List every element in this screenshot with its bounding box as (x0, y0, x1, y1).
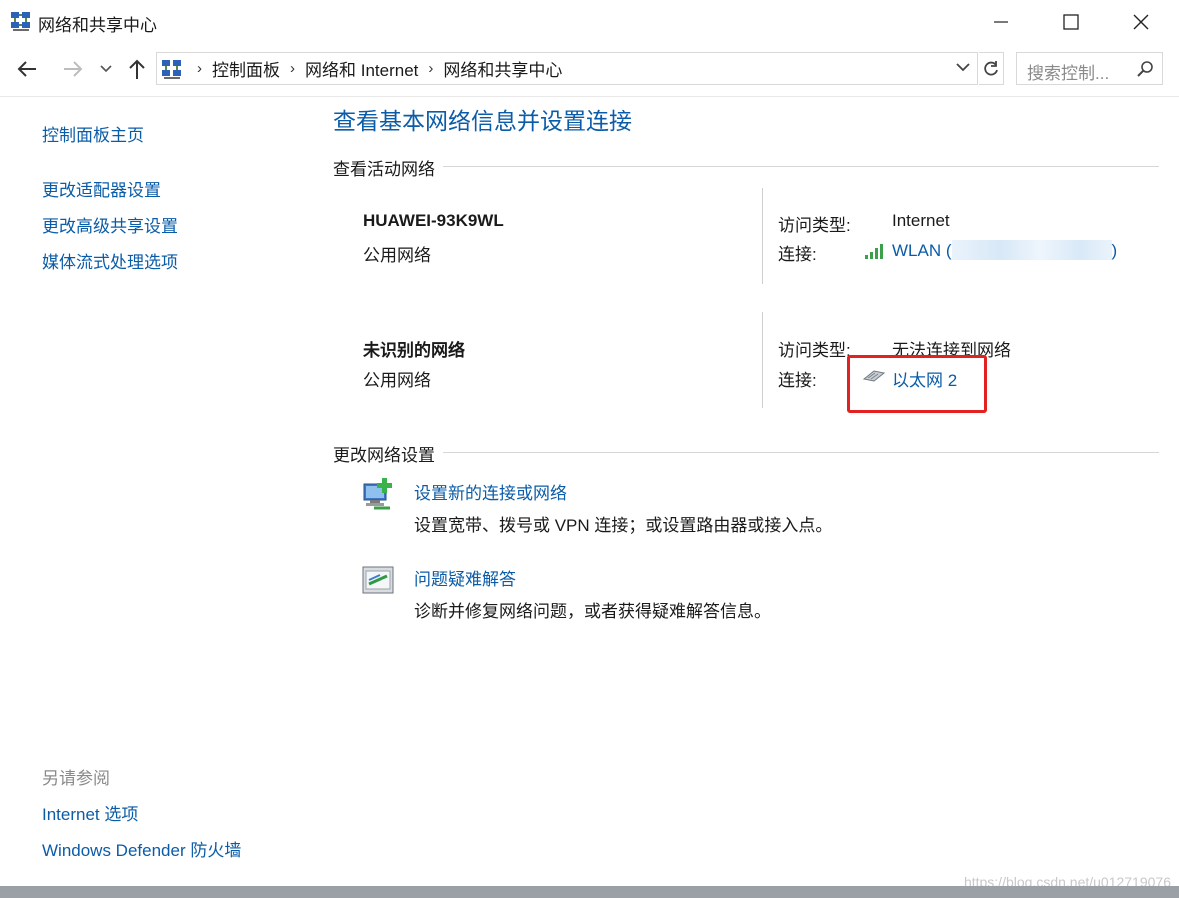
chevron-right-icon[interactable]: › (428, 60, 433, 77)
divider (0, 96, 1179, 97)
arrow-right-icon (64, 61, 83, 77)
access-type-label: 访问类型: (778, 216, 851, 235)
redacted-region (951, 240, 1112, 260)
network-name: 未识别的网络 (363, 341, 465, 360)
minimize-icon (994, 21, 1008, 23)
breadcrumb: › 控制面板 › 网络和 Internet › 网络和共享中心 (187, 53, 562, 84)
up-button[interactable] (124, 54, 150, 84)
search-placeholder: 搜索控制... (1027, 64, 1110, 83)
sidebar-item-control-panel-home[interactable]: 控制面板主页 (42, 121, 144, 146)
address-bar[interactable]: › 控制面板 › 网络和 Internet › 网络和共享中心 (156, 52, 978, 85)
control-panel-icon (161, 58, 183, 80)
sidebar-item-media-streaming[interactable]: 媒体流式处理选项 (42, 248, 178, 273)
arrow-up-icon (129, 59, 145, 79)
network-type[interactable]: 公用网络 (363, 241, 431, 266)
maximize-icon (1063, 14, 1079, 30)
search-icon (1136, 60, 1154, 78)
connection-label: 连接: (778, 371, 817, 390)
column-divider (762, 188, 763, 284)
network-center-icon (10, 10, 32, 32)
setup-connection-link[interactable]: 设置新的连接或网络 (414, 479, 567, 504)
search-input[interactable]: 搜索控制... (1016, 52, 1163, 85)
title-bar: 网络和共享中心 (0, 0, 1179, 44)
chevron-right-icon[interactable]: › (290, 60, 295, 77)
recent-locations-button[interactable] (98, 54, 114, 84)
address-dropdown-button[interactable] (955, 60, 975, 78)
change-settings-heading: 更改网络设置 (333, 441, 443, 466)
back-button[interactable] (12, 54, 42, 84)
access-type-value: Internet (892, 211, 950, 230)
see-also-firewall[interactable]: Windows Defender 防火墙 (42, 836, 241, 861)
forward-button[interactable] (58, 54, 88, 84)
refresh-button[interactable] (979, 52, 1004, 85)
troubleshoot-description: 诊断并修复网络问题，或者获得疑难解答信息。 (414, 602, 771, 621)
window-title: 网络和共享中心 (38, 16, 157, 35)
minimize-button[interactable] (966, 0, 1036, 44)
section-divider (333, 452, 1159, 453)
wlan-connection-label: WLAN ( (892, 241, 952, 260)
refresh-icon (984, 60, 998, 75)
window-bottom-edge (0, 886, 1179, 898)
sidebar-item-advanced-sharing[interactable]: 更改高级共享设置 (42, 212, 178, 237)
chevron-right-icon[interactable]: › (197, 60, 202, 77)
see-also-heading: 另请参阅 (42, 769, 110, 788)
network-name: HUAWEI-93K9WL (363, 211, 504, 230)
breadcrumb-network-center[interactable]: 网络和共享中心 (443, 56, 562, 81)
access-type-label: 访问类型: (778, 341, 851, 360)
troubleshoot-link[interactable]: 问题疑难解答 (414, 565, 516, 590)
section-divider (333, 166, 1159, 167)
setup-connection-description: 设置宽带、拨号或 VPN 连接；或设置路由器或接入点。 (414, 516, 833, 535)
maximize-button[interactable] (1036, 0, 1106, 44)
arrow-left-icon (17, 61, 36, 77)
wifi-signal-icon (864, 242, 886, 265)
active-networks-heading: 查看活动网络 (333, 155, 443, 180)
see-also-internet-options[interactable]: Internet 选项 (42, 800, 138, 825)
highlight-annotation (847, 355, 987, 413)
breadcrumb-control-panel[interactable]: 控制面板 (212, 56, 280, 81)
page-title: 查看基本网络信息并设置连接 (333, 108, 632, 134)
close-button[interactable] (1106, 0, 1176, 44)
wlan-connection-label-end: ) (1111, 241, 1118, 260)
close-icon (1133, 14, 1149, 30)
troubleshoot-icon (360, 562, 396, 598)
connection-label: 连接: (778, 245, 817, 264)
wlan-connection-link[interactable]: WLAN () (892, 240, 1117, 261)
breadcrumb-network-internet[interactable]: 网络和 Internet (305, 56, 418, 81)
sidebar-item-adapter-settings[interactable]: 更改适配器设置 (42, 176, 161, 201)
chevron-down-icon (956, 63, 970, 72)
new-connection-icon (360, 476, 396, 512)
column-divider (762, 312, 763, 408)
chevron-down-icon (100, 65, 112, 73)
network-type[interactable]: 公用网络 (363, 366, 431, 391)
